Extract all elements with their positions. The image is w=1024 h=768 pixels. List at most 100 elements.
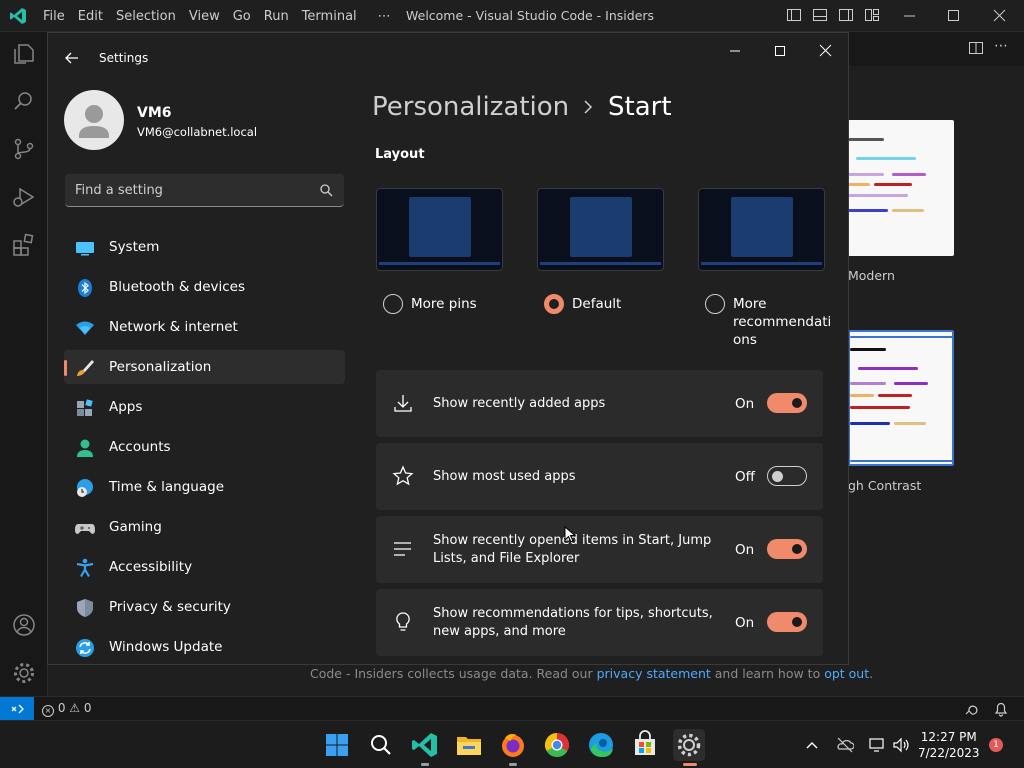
nav-item-system[interactable]: System xyxy=(64,230,345,264)
back-arrow-icon[interactable] xyxy=(63,49,81,67)
toggle-recently-added-apps[interactable] xyxy=(767,393,807,413)
file-explorer-icon[interactable] xyxy=(453,729,485,761)
nav-item-gaming[interactable]: Gaming xyxy=(64,510,345,544)
wifi-icon xyxy=(75,318,95,338)
breadcrumb-parent[interactable]: Personalization xyxy=(372,92,569,122)
gamepad-icon xyxy=(75,518,95,538)
privacy-statement-link[interactable]: privacy statement xyxy=(597,666,711,681)
find-setting-search-box[interactable]: Find a setting xyxy=(65,174,344,207)
toggle-knob xyxy=(792,544,802,554)
vscode-activity-bar xyxy=(0,32,48,696)
layout-preview-more-pins[interactable] xyxy=(376,188,503,271)
layout-controls xyxy=(786,7,880,23)
onedrive-icon[interactable] xyxy=(836,736,854,754)
vscode-close-icon[interactable] xyxy=(990,6,1010,26)
taskbar-clock[interactable]: 12:27 PM 7/22/2023 xyxy=(918,729,980,761)
telemetry-middle: and learn how to xyxy=(710,666,825,681)
taskbar-preview xyxy=(540,262,661,265)
start-icon[interactable] xyxy=(321,729,353,761)
menu-go[interactable]: Go xyxy=(233,9,260,24)
start-panel-preview xyxy=(409,197,471,257)
accounts-activity-icon[interactable] xyxy=(11,612,37,638)
menu-run[interactable]: Run xyxy=(264,9,298,24)
vscode-menu-bar: File Edit Selection View Go Run Terminal… xyxy=(43,0,404,32)
breadcrumb-chevron-icon xyxy=(582,99,594,115)
nav-item-privacy-security[interactable]: Privacy & security xyxy=(64,590,345,624)
avatar[interactable] xyxy=(64,90,124,150)
menu-edit[interactable]: Edit xyxy=(78,9,112,24)
radio-label-more-pins[interactable]: More pins xyxy=(411,295,477,313)
update-icon xyxy=(75,638,95,658)
more-actions-icon[interactable]: ⋯ xyxy=(994,38,1008,54)
network-icon[interactable] xyxy=(868,736,886,754)
layout-preview-default[interactable] xyxy=(537,188,664,271)
show-hidden-icons-chevron-icon[interactable] xyxy=(804,737,820,753)
vscode-window-title: Welcome - Visual Studio Code - Insiders xyxy=(406,8,655,23)
nav-item-bluetooth-devices[interactable]: Bluetooth & devices xyxy=(64,270,345,304)
settings-close-icon[interactable] xyxy=(810,41,840,61)
source-control-icon[interactable] xyxy=(11,136,37,162)
vscode-minimize-icon[interactable] xyxy=(900,6,920,26)
notification-badge[interactable]: 1 xyxy=(989,738,1003,752)
toggle-most-used-apps[interactable] xyxy=(767,466,807,486)
problems-indicator[interactable]: × 0 ⚠ 0 xyxy=(42,701,92,717)
radio-more-recommendations[interactable] xyxy=(705,294,725,314)
label-line: ons xyxy=(733,332,757,348)
layout-heading: Layout xyxy=(375,147,425,162)
opt-out-link[interactable]: opt out xyxy=(824,666,869,681)
toggle-recommendations[interactable] xyxy=(767,612,807,632)
radio-default[interactable] xyxy=(544,294,564,314)
volume-icon[interactable] xyxy=(892,736,910,754)
search-input[interactable]: Find a setting xyxy=(75,183,163,198)
search-view-icon[interactable] xyxy=(11,88,37,114)
theme-preview-high-contrast[interactable] xyxy=(848,330,954,466)
nav-label: Accessibility xyxy=(109,559,193,575)
theme-preview-modern[interactable] xyxy=(848,120,954,256)
menu-file[interactable]: File xyxy=(43,9,74,24)
radio-label-default[interactable]: Default xyxy=(572,295,621,313)
search-icon[interactable] xyxy=(365,729,397,761)
split-editor-icon[interactable] xyxy=(968,40,984,56)
menu-view[interactable]: View xyxy=(189,9,229,24)
clock-date: 7/22/2023 xyxy=(918,746,980,760)
store-icon[interactable] xyxy=(629,729,661,761)
toggle-recently-opened-items[interactable] xyxy=(767,539,807,559)
telemetry-prefix: Code - Insiders collects usage data. Rea… xyxy=(310,666,597,681)
nav-item-personalization[interactable]: Personalization xyxy=(64,350,345,384)
settings-icon[interactable] xyxy=(673,729,705,766)
nav-label: Time & language xyxy=(109,479,225,495)
menu-more[interactable]: ⋯ xyxy=(378,9,400,24)
nav-item-time-language[interactable]: Time & language xyxy=(64,470,345,504)
vscode-icon[interactable] xyxy=(409,729,441,766)
menu-selection[interactable]: Selection xyxy=(116,9,185,24)
customize-layout-icon[interactable] xyxy=(864,7,880,23)
layout-preview-more-recommendations[interactable] xyxy=(698,188,825,271)
radio-more-pins[interactable] xyxy=(383,294,403,314)
settings-maximize-icon[interactable] xyxy=(765,41,795,61)
nav-item-network-internet[interactable]: Network & internet xyxy=(64,310,345,344)
radio-label-more-recommendations[interactable]: More recommendati ons xyxy=(733,295,831,349)
mouse-cursor-icon xyxy=(564,526,576,544)
toggle-secondary-sidebar-icon[interactable] xyxy=(838,7,854,23)
explorer-icon[interactable] xyxy=(11,41,37,67)
chrome-icon[interactable] xyxy=(541,729,573,761)
toggle-primary-sidebar-icon[interactable] xyxy=(786,7,802,23)
manage-gear-icon[interactable] xyxy=(11,660,37,686)
toggle-panel-icon[interactable] xyxy=(812,7,828,23)
nav-item-windows-update[interactable]: Windows Update xyxy=(64,630,345,664)
run-debug-icon[interactable] xyxy=(11,184,37,210)
firefox-icon[interactable] xyxy=(497,729,529,766)
settings-minimize-icon[interactable] xyxy=(720,41,750,61)
extensions-icon[interactable] xyxy=(11,232,37,258)
nav-item-apps[interactable]: Apps xyxy=(64,390,345,424)
remote-indicator-icon[interactable] xyxy=(0,697,34,720)
menu-terminal[interactable]: Terminal xyxy=(302,9,366,24)
feedback-icon[interactable] xyxy=(963,701,979,717)
search-icon[interactable] xyxy=(320,184,333,197)
nav-item-accounts[interactable]: Accounts xyxy=(64,430,345,464)
vscode-maximize-icon[interactable] xyxy=(944,6,964,26)
vscode-status-bar: × 0 ⚠ 0 xyxy=(0,696,1024,720)
notifications-bell-icon[interactable] xyxy=(994,701,1008,717)
nav-item-accessibility[interactable]: Accessibility xyxy=(64,550,345,584)
edge-icon[interactable] xyxy=(585,729,617,761)
